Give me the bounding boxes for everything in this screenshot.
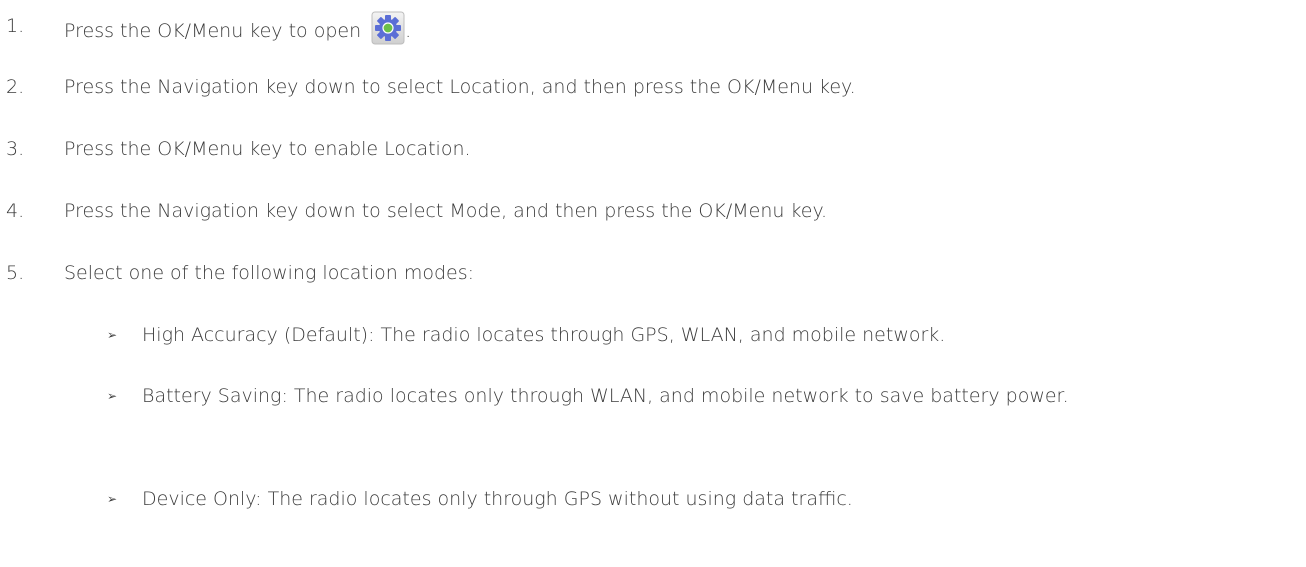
- step-text: Press the OK/Menu key to enable Location…: [64, 138, 471, 160]
- step-text: Press the Navigation key down to select …: [64, 200, 828, 222]
- bullet-text: Device Only: The radio locates only thro…: [142, 488, 853, 510]
- arrow-bullet-icon: ➢: [107, 492, 118, 506]
- bullet-text: High Accuracy (Default): The radio locat…: [142, 324, 946, 346]
- bullet-text: Battery Saving: The radio locates only t…: [142, 385, 1069, 407]
- step-number: 2.: [6, 76, 25, 98]
- step-text: Select one of the following location mod…: [64, 262, 475, 284]
- step-number: 1.: [6, 15, 25, 37]
- step-number: 3.: [6, 138, 25, 160]
- step-number: 5.: [6, 262, 25, 284]
- step-text: Press the OK/Menu key to open .: [64, 11, 411, 46]
- step-1-label: Press the OK/Menu key to open: [64, 20, 368, 42]
- settings-gear-icon: [371, 11, 405, 45]
- step-1-period: .: [405, 20, 412, 42]
- arrow-bullet-icon: ➢: [107, 389, 118, 403]
- step-text: Press the Navigation key down to select …: [64, 76, 856, 98]
- arrow-bullet-icon: ➢: [107, 328, 118, 342]
- step-number: 4.: [6, 200, 25, 222]
